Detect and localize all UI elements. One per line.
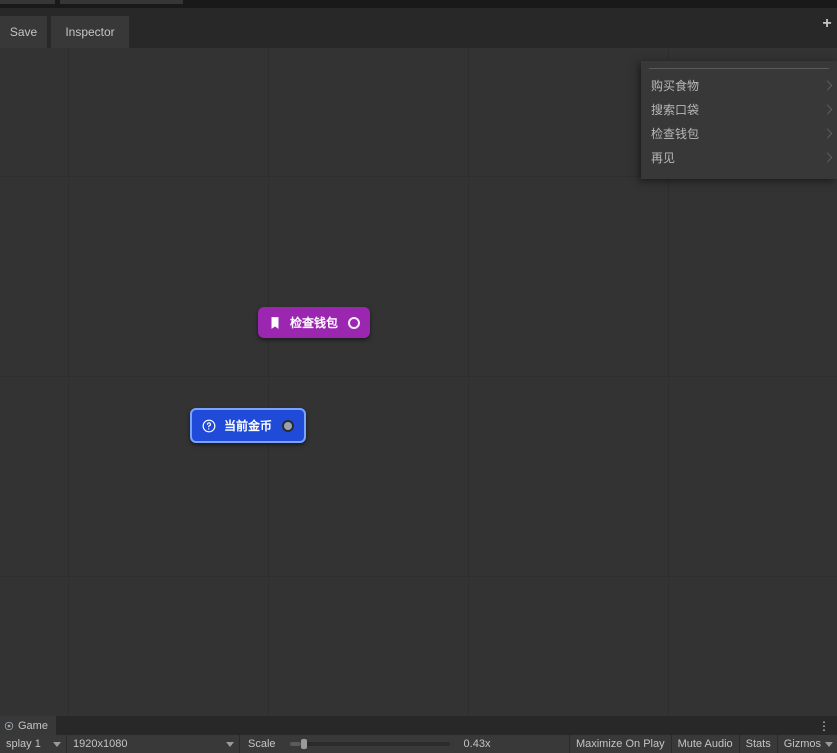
game-tab-label: Game	[18, 720, 48, 732]
node-output-port[interactable]	[282, 420, 294, 432]
maximize-on-play-toggle[interactable]: Maximize On Play	[569, 735, 671, 753]
game-icon	[4, 721, 14, 731]
inspector-tab[interactable]: Inspector	[51, 16, 129, 48]
search-result-label: 检查钱包	[651, 125, 699, 142]
node-output-port[interactable]	[348, 317, 360, 329]
dialogue-node-current-gold[interactable]: 当前金币	[190, 408, 306, 443]
scale-label: Scale	[240, 738, 284, 750]
search-result-item[interactable]: 再见	[641, 145, 837, 169]
display-dropdown[interactable]: splay 1	[0, 735, 67, 753]
scale-slider[interactable]	[290, 742, 450, 746]
dialogue-node-check-wallet[interactable]: 检查钱包	[258, 307, 370, 338]
resolution-label: 1920x1080	[73, 738, 127, 750]
search-result-item[interactable]: 检查钱包	[641, 121, 837, 145]
chevron-right-icon	[823, 104, 833, 114]
game-view-toolbar: splay 1 1920x1080 Scale 0.43x Maximize O…	[0, 735, 837, 753]
slider-thumb[interactable]	[301, 739, 307, 749]
search-result-label: 搜索口袋	[651, 101, 699, 118]
node-label: 当前金币	[224, 417, 272, 434]
kebab-menu-button[interactable]: ⋮	[817, 716, 831, 735]
save-tab[interactable]: Save	[0, 16, 47, 48]
resolution-dropdown[interactable]: 1920x1080	[67, 735, 240, 753]
bookmark-icon	[268, 316, 282, 330]
grid-line	[68, 48, 69, 716]
toolbar: Save Inspector +	[0, 8, 837, 48]
node-label: 检查钱包	[290, 314, 338, 331]
grid-line	[0, 376, 837, 377]
stats-toggle[interactable]: Stats	[739, 735, 777, 753]
slider-track	[290, 742, 301, 746]
mute-audio-toggle[interactable]: Mute Audio	[671, 735, 739, 753]
search-result-label: 购买食物	[651, 77, 699, 94]
window-top-strip	[0, 0, 837, 8]
chevron-right-icon	[823, 152, 833, 162]
gizmos-dropdown[interactable]: Gizmos	[777, 735, 837, 753]
scale-value: 0.43x	[456, 738, 499, 750]
chevron-right-icon	[823, 80, 833, 90]
top-strip-segment	[60, 0, 183, 4]
display-label: splay 1	[6, 738, 41, 750]
grid-line	[0, 576, 837, 577]
question-icon	[202, 419, 216, 433]
game-tab-row: Game ⋮	[0, 716, 837, 735]
top-strip-segment	[0, 0, 55, 4]
add-tab-button[interactable]: +	[817, 14, 837, 34]
node-search-panel[interactable]: 购买食物 搜索口袋 检查钱包 再见	[641, 61, 837, 179]
search-result-item[interactable]: 搜索口袋	[641, 97, 837, 121]
game-tab[interactable]: Game	[0, 716, 56, 735]
grid-line	[268, 48, 269, 716]
search-result-item[interactable]: 购买食物	[641, 73, 837, 97]
search-result-label: 再见	[651, 149, 675, 166]
chevron-right-icon	[823, 128, 833, 138]
grid-line	[468, 48, 469, 716]
search-input-underline[interactable]	[649, 67, 829, 69]
